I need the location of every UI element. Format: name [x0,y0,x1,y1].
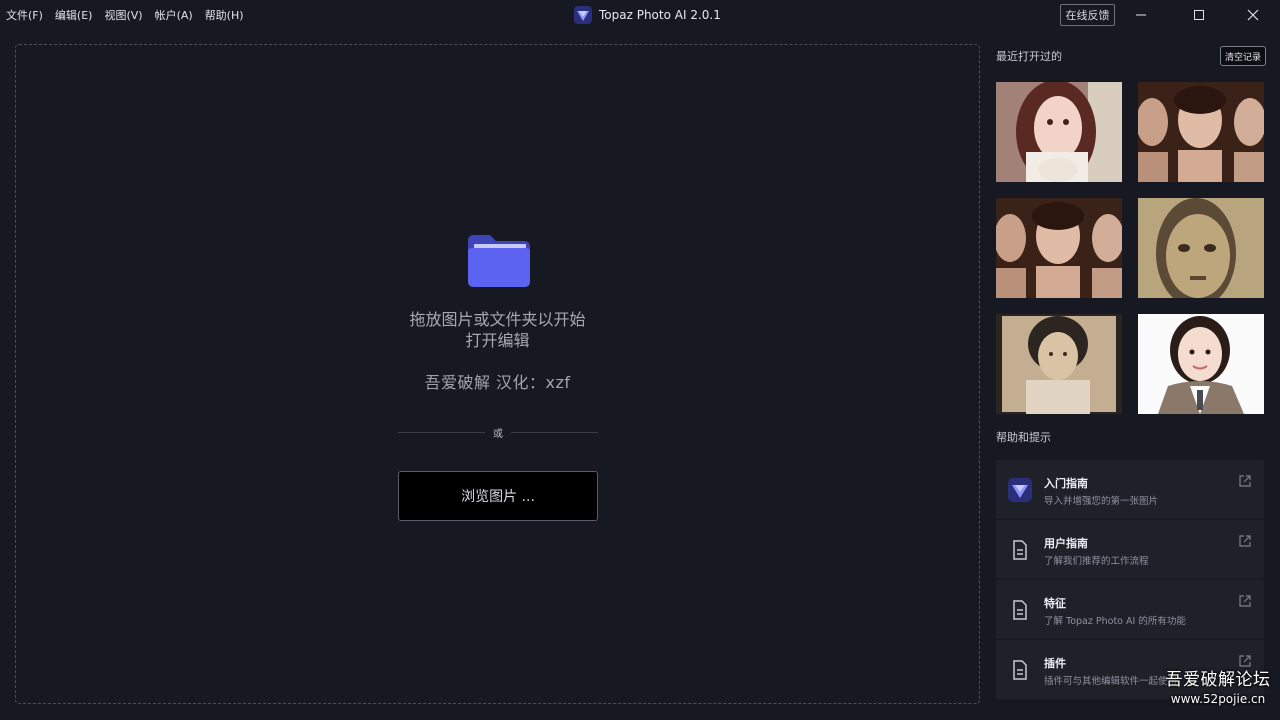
portrait-thumbnail-image [1138,82,1264,182]
portrait-thumbnail-image [1138,314,1264,414]
divider-line [511,431,598,433]
menu-help[interactable]: 帮助(H) [205,7,244,23]
help-section-title: 帮助和提示 [996,431,1051,444]
menu-bar: 文件(F) 编辑(E) 视图(V) 帐户(A) 帮助(H) [0,7,256,23]
recent-section-title: 最近打开过的 [996,50,1062,63]
clear-history-button[interactable]: 清空记录 [1220,46,1266,66]
portrait-thumbnail-image [996,198,1122,298]
localization-credit: 吾爱破解 汉化：xzf [424,373,571,392]
help-card-title: 入门指南 [1044,477,1088,490]
menu-account[interactable]: 帐户(A) [155,7,193,23]
portrait-thumbnail-image [1138,198,1264,298]
external-link-icon [1239,475,1251,487]
watermark-url: www.52pojie.cn [1170,692,1266,706]
or-divider: 或 [398,423,598,441]
recent-thumbnail[interactable] [1138,198,1264,298]
topaz-logo-icon [574,6,592,24]
close-icon[interactable] [1230,0,1276,30]
portrait-thumbnail-image [996,82,1122,182]
maximize-icon[interactable] [1176,0,1222,30]
recent-thumbnail[interactable] [1138,314,1264,414]
portrait-thumbnail-image [996,314,1122,414]
help-card-features[interactable]: 特征 了解 Topaz Photo AI 的所有功能 [996,580,1264,639]
external-link-icon [1239,535,1251,547]
recent-thumbnail[interactable] [996,82,1122,182]
help-card-description: 了解 Topaz Photo AI 的所有功能 [1044,616,1186,627]
or-label: 或 [493,428,503,440]
help-card-description: 导入并增强您的第一张图片 [1044,496,1159,507]
help-card-getting-started[interactable]: 入门指南 导入并增强您的第一张图片 [996,460,1264,519]
browse-images-button[interactable]: 浏览图片 ... [398,471,598,521]
menu-file[interactable]: 文件(F) [6,7,43,23]
document-icon [1013,600,1027,620]
menu-edit[interactable]: 编辑(E) [55,7,93,23]
app-title-text: Topaz Photo AI 2.0.1 [599,8,721,22]
menu-view[interactable]: 视图(V) [104,7,142,23]
topaz-logo-icon [1008,478,1032,502]
recent-thumbnail[interactable] [996,314,1122,414]
watermark-title: 吾爱破解论坛 [1165,670,1271,690]
drop-instructions: 拖放图片或文件夹以开始 [409,310,586,329]
recent-thumbnail[interactable] [1138,82,1264,182]
image-drop-zone[interactable]: 拖放图片或文件夹以开始 打开编辑 吾爱破解 汉化：xzf 或 浏览图片 ... [15,44,980,704]
external-link-icon [1239,655,1251,667]
folder-icon [468,235,530,287]
document-icon [1013,540,1027,560]
help-card-title: 插件 [1044,657,1066,670]
minimize-icon[interactable] [1118,0,1164,30]
document-icon [1013,660,1027,680]
app-title: Topaz Photo AI 2.0.1 [574,5,721,25]
drop-instructions-2: 打开编辑 [465,331,530,350]
help-card-user-guide[interactable]: 用户指南 了解我们推荐的工作流程 [996,520,1264,579]
site-watermark: 吾爱破解论坛 www.52pojie.cn [1156,669,1280,707]
help-card-description: 了解我们推荐的工作流程 [1044,556,1149,567]
title-bar: 文件(F) 编辑(E) 视图(V) 帐户(A) 帮助(H) Topaz Phot… [0,0,1280,30]
help-card-title: 特征 [1044,597,1066,610]
external-link-icon [1239,595,1251,607]
divider-line [398,431,485,433]
help-card-title: 用户指南 [1044,537,1088,550]
feedback-button[interactable]: 在线反馈 [1060,4,1115,26]
recent-thumbnail[interactable] [996,198,1122,298]
